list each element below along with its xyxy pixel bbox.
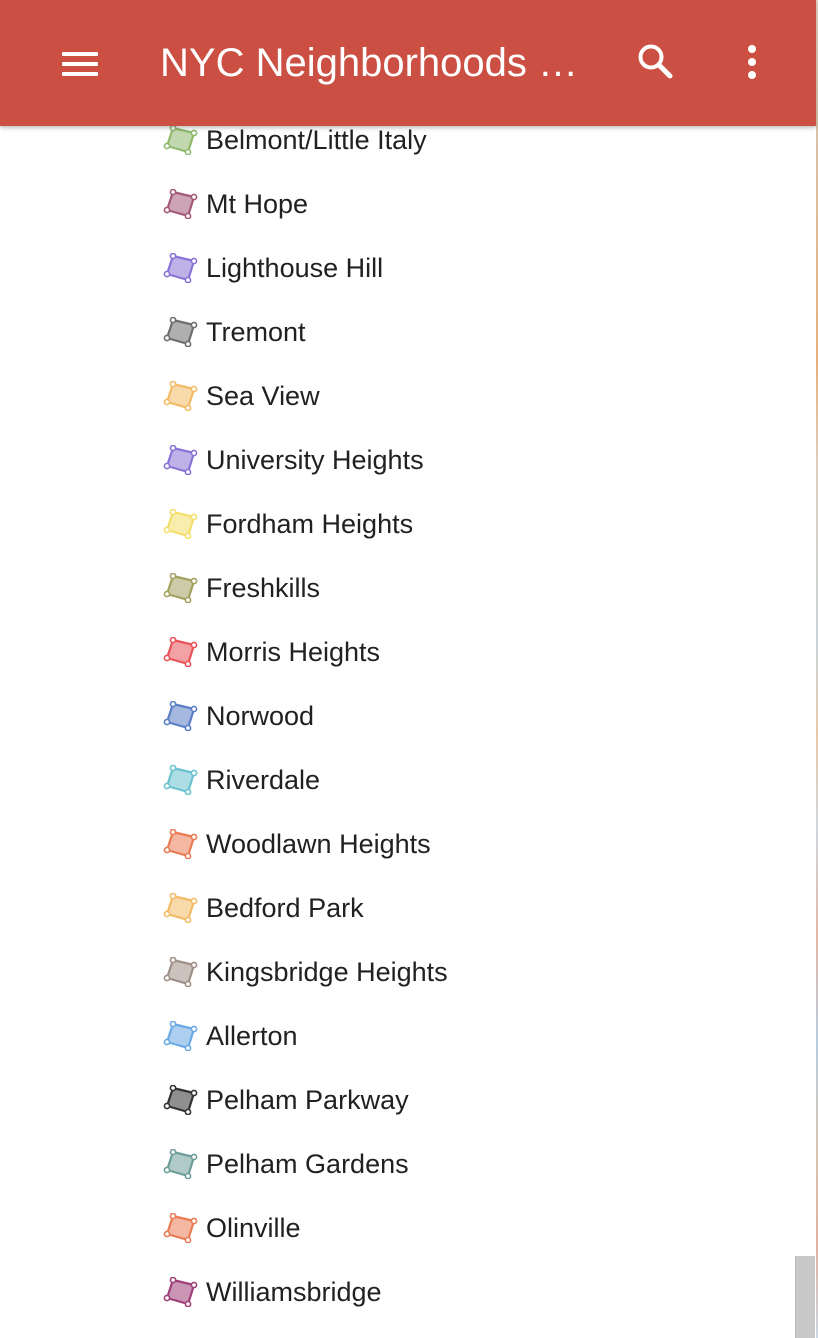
neighborhood-name: Bedford Park [206,893,364,923]
neighborhood-name: Kingsbridge Heights [206,957,448,987]
more-vertical-icon[interactable] [740,44,764,80]
polygon-icon [163,125,198,155]
app-header: NYC Neighborhoods M... [0,0,816,126]
neighborhood-list-item[interactable]: Mt Hope [0,172,796,236]
neighborhood-list-item[interactable]: Woodlawn Heights [0,812,796,876]
neighborhood-name: Riverdale [206,765,321,795]
polygon-icon [163,1085,198,1115]
neighborhood-list-item[interactable]: Pelham Gardens [0,1132,796,1196]
polygon-icon [163,573,198,603]
neighborhood-list-item[interactable]: Kingsbridge Heights [0,940,796,1004]
polygon-icon [163,829,198,859]
neighborhood-list-item[interactable]: Morris Heights [0,620,796,684]
polygon-icon [163,701,198,731]
polygon-icon [163,1213,198,1243]
neighborhood-name: Mt Hope [206,189,309,219]
neighborhood-list-item[interactable]: Lighthouse Hill [0,236,796,300]
neighborhood-name: Woodlawn Heights [206,829,431,859]
neighborhood-list-item[interactable]: University Heights [0,428,796,492]
neighborhood-name: Norwood [206,701,315,731]
neighborhood-name: Belmont/Little Italy [206,125,427,155]
neighborhood-list-item[interactable]: Bedford Park [0,876,796,940]
polygon-icon [163,445,198,475]
neighborhood-list-item[interactable]: Fordham Heights [0,492,796,556]
polygon-icon [163,1149,198,1179]
polygon-icon [163,765,198,795]
neighborhood-name: Tremont [206,317,306,347]
neighborhood-list-item[interactable]: Allerton [0,1004,796,1068]
neighborhood-list: Belmont/Little Italy Mt Hope Lighthouse Hi… [0,108,796,1324]
polygon-icon [163,637,198,667]
neighborhood-name: Freshkills [206,573,321,603]
neighborhood-list-item[interactable]: Sea View [0,364,796,428]
polygon-icon [163,893,198,923]
neighborhood-list-item[interactable]: Freshkills [0,556,796,620]
polygon-icon [163,509,198,539]
neighborhood-list-item[interactable]: Pelham Parkway [0,1068,796,1132]
neighborhood-name: Sea View [206,381,320,411]
app-window: NYC Neighborhoods M... Belmont/Little It… [0,0,818,1338]
neighborhood-list-item[interactable]: Williamsbridge [0,1260,796,1324]
neighborhood-name: Williamsbridge [206,1277,382,1307]
polygon-icon [163,253,198,283]
polygon-icon [163,957,198,987]
search-icon[interactable] [636,42,674,80]
polygon-icon [163,317,198,347]
polygon-icon [163,381,198,411]
neighborhood-list-item[interactable]: Olinville [0,1196,796,1260]
app-title: NYC Neighborhoods M... [160,41,600,85]
polygon-icon [163,1021,198,1051]
scrollbar-thumb[interactable] [795,1256,815,1338]
neighborhood-name: Pelham Parkway [206,1085,409,1115]
neighborhood-name: Olinville [206,1213,301,1243]
hamburger-menu-icon[interactable] [62,52,98,76]
neighborhood-name: University Heights [206,445,424,475]
neighborhood-list-item[interactable]: Norwood [0,684,796,748]
neighborhood-list-item[interactable]: Riverdale [0,748,796,812]
polygon-icon [163,189,198,219]
polygon-icon [163,1277,198,1307]
scrollbar-track[interactable] [794,126,816,1338]
neighborhood-name: Lighthouse Hill [206,253,384,283]
neighborhood-name: Fordham Heights [206,509,414,539]
neighborhood-name: Morris Heights [206,637,381,667]
neighborhood-name: Pelham Gardens [206,1149,409,1179]
neighborhood-list-item[interactable]: Tremont [0,300,796,364]
neighborhood-name: Allerton [206,1021,298,1051]
